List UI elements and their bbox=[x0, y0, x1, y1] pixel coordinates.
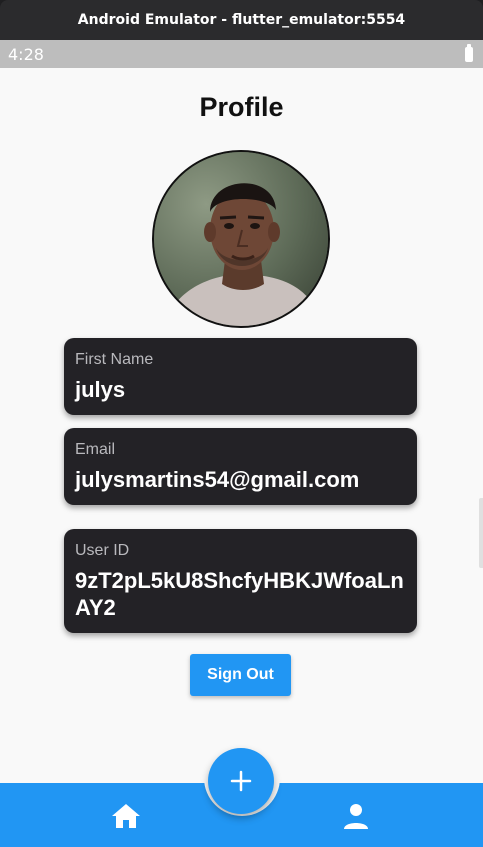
sign-out-button[interactable]: Sign Out bbox=[190, 654, 291, 696]
battery-icon bbox=[465, 43, 473, 62]
nav-profile-button[interactable] bbox=[336, 796, 376, 836]
first-name-label: First Name bbox=[75, 351, 154, 368]
avatar bbox=[152, 150, 330, 328]
home-icon bbox=[112, 804, 140, 828]
plus-icon bbox=[230, 770, 252, 792]
profile-photo bbox=[154, 152, 328, 326]
add-button[interactable] bbox=[208, 748, 274, 814]
scroll-edge-indicator bbox=[479, 498, 483, 568]
person-icon bbox=[344, 804, 368, 829]
emulator-title-bar: Android Emulator - flutter_emulator:5554 bbox=[0, 0, 483, 40]
email-label: Email bbox=[75, 441, 116, 458]
profile-screen: Profile First Name julys Email julysmart… bbox=[0, 68, 483, 847]
user-id-card: User ID 9zT2pL5kU8ShcfyHBKJWfoaLnAY2 bbox=[64, 529, 417, 633]
email-card: Email julysmartins54@gmail.com bbox=[64, 428, 417, 505]
page-title: Profile bbox=[199, 92, 284, 122]
email-value: julysmartins54@gmail.com bbox=[75, 467, 360, 492]
status-time: 4:28 bbox=[8, 44, 44, 64]
first-name-value: julys bbox=[75, 377, 126, 402]
user-id-value: 9zT2pL5kU8ShcfyHBKJWfoaLnAY2 bbox=[75, 568, 404, 620]
first-name-card: First Name julys bbox=[64, 338, 417, 415]
window-title: Android Emulator - flutter_emulator:5554 bbox=[77, 12, 406, 28]
nav-home-button[interactable] bbox=[106, 796, 146, 836]
user-id-label: User ID bbox=[75, 542, 130, 559]
status-bar: 4:28 bbox=[0, 40, 483, 68]
